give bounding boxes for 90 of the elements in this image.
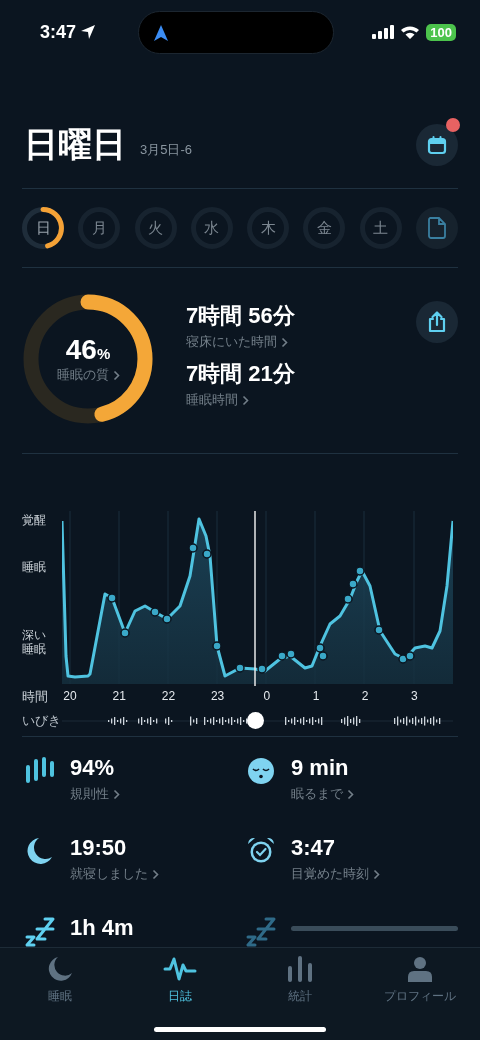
quality-value: 46 (65, 334, 97, 365)
data-point (162, 614, 172, 624)
data-point (355, 566, 365, 576)
data-point (343, 594, 353, 604)
tab[interactable]: 睡眠 (0, 954, 120, 1012)
data-point (120, 628, 130, 638)
bars-icon (24, 757, 56, 783)
metric-value: 7時間 21分 (186, 360, 295, 388)
sleep-stage-label: 深い睡眠 (22, 629, 46, 657)
data-point (405, 651, 415, 661)
stat-value: 19:50 (70, 835, 128, 861)
tab[interactable]: 日誌 (120, 954, 240, 1012)
alarm-clock-icon (245, 837, 277, 865)
day-button[interactable]: 土 (359, 207, 402, 249)
sleep-stage-label: 睡眠 (22, 561, 46, 575)
calendar-button[interactable] (416, 124, 458, 166)
chevron-icon (242, 394, 249, 406)
data-point (318, 651, 328, 661)
status-time: 3:47 (40, 21, 77, 43)
metric-value: 7時間 56分 (186, 302, 295, 330)
data-point (286, 649, 296, 659)
day-button[interactable]: 金 (303, 207, 346, 249)
location-arrow-icon (80, 24, 97, 40)
document-icon (427, 217, 446, 239)
chevron-icon (152, 868, 159, 880)
data-point (235, 663, 245, 673)
wifi-icon (400, 24, 421, 40)
hour-label: 20 (63, 689, 77, 703)
day-button[interactable]: 月 (78, 207, 121, 249)
data-point (315, 643, 325, 653)
sleep-stage-label: 覚醒 (22, 514, 46, 528)
hour-label: 21 (112, 689, 126, 703)
date-range: 3月5日-6 (140, 141, 193, 159)
navigation-arrow-icon (154, 24, 168, 41)
stat-link[interactable]: 目覚めた時刻 (291, 865, 380, 883)
day-button[interactable]: 水 (190, 207, 233, 249)
data-point (374, 625, 384, 635)
quality-link[interactable]: 睡眠の質 (56, 366, 120, 384)
zzz-icon (245, 917, 277, 947)
playhead-handle[interactable] (247, 712, 264, 729)
data-point (348, 579, 358, 589)
day-button[interactable]: 日 (22, 207, 64, 249)
hour-label: 3 (411, 689, 418, 703)
share-icon (427, 311, 447, 333)
metric-link[interactable]: 寝床にいた時間 (186, 333, 295, 351)
time-axis-title: 時間 (22, 688, 48, 706)
moon-icon (47, 956, 73, 982)
chevron-icon (281, 336, 288, 348)
quality-unit: % (96, 345, 111, 362)
data-point (188, 543, 198, 553)
wave-icon (163, 956, 197, 982)
signal-icon (372, 25, 395, 39)
stat-value: 3:47 (291, 835, 337, 861)
hour-label: 1 (312, 689, 320, 703)
data-point (150, 607, 160, 617)
chevron-icon (373, 868, 380, 880)
stat-value: 9 min (291, 755, 350, 781)
chevron-icon (347, 788, 354, 800)
bar-chart-icon (287, 956, 313, 982)
zzz-icon (24, 917, 56, 947)
stat-link[interactable]: 眠るまで (291, 785, 354, 803)
tab[interactable]: 統計 (240, 954, 360, 1012)
data-point (277, 651, 287, 661)
hour-label: 22 (161, 689, 176, 703)
chevron-icon (113, 788, 120, 800)
sleepy-face-icon (245, 757, 277, 785)
day-title: 日曜日 (24, 124, 126, 165)
hour-label: 23 (210, 689, 225, 703)
share-button[interactable] (416, 301, 458, 343)
battery-level: 100 (426, 23, 456, 41)
hour-label: 0 (263, 689, 271, 703)
data-point (257, 664, 267, 674)
stat-value: 1h 4m (70, 915, 134, 941)
stat-link[interactable]: 規則性 (70, 785, 120, 803)
stat-value: 94% (70, 755, 116, 781)
hour-label: 2 (361, 689, 369, 703)
day-quality-arc (40, 207, 64, 249)
data-point (202, 549, 212, 559)
metric-link[interactable]: 睡眠時間 (186, 391, 295, 409)
data-point (212, 641, 222, 651)
data-point (107, 593, 117, 603)
tab[interactable]: プロフィール (360, 954, 480, 1012)
report-button[interactable] (415, 207, 458, 249)
snore-label: いびき (22, 712, 62, 730)
stat-link[interactable]: 就寝しました (70, 865, 159, 883)
chevron-icon (112, 369, 120, 381)
day-button[interactable]: 木 (247, 207, 290, 249)
day-button[interactable]: 火 (134, 207, 177, 249)
person-icon (407, 956, 433, 982)
calendar-icon (427, 135, 447, 155)
